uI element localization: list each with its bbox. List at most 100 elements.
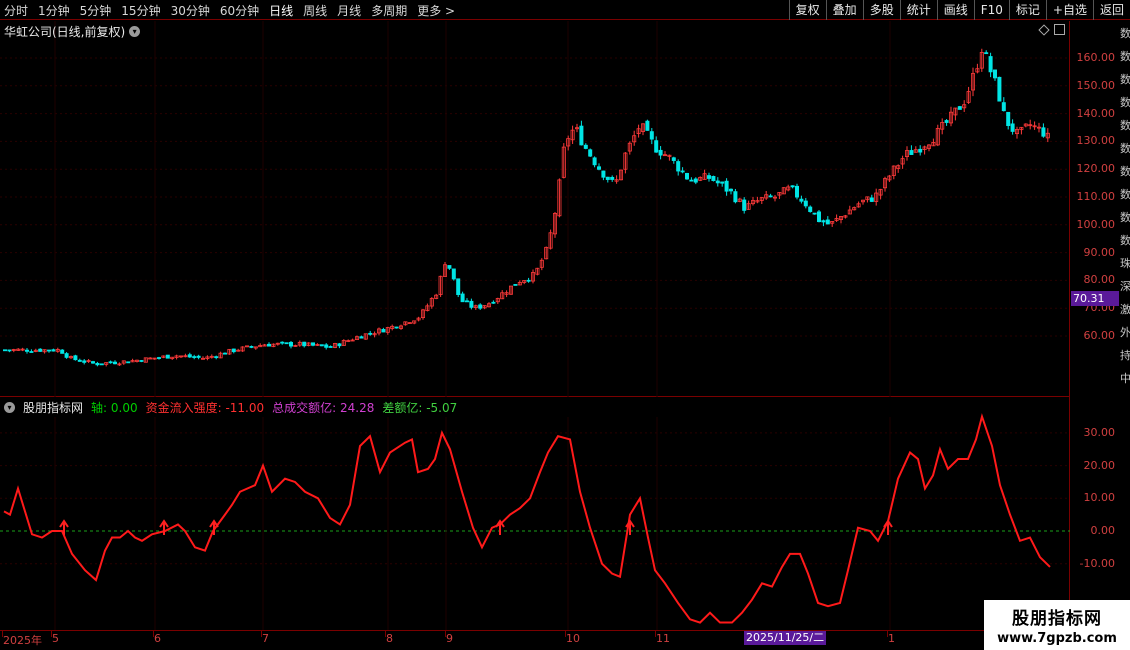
- candle-body: [64, 353, 69, 358]
- candle-body: [456, 278, 461, 295]
- period-tab-4[interactable]: 30分钟: [171, 2, 210, 19]
- period-tab-8[interactable]: 月线: [337, 2, 361, 19]
- toolbar-button-4[interactable]: 画线: [936, 0, 974, 20]
- candle-body: [231, 348, 236, 353]
- y-label: 0.00: [1090, 524, 1116, 537]
- candle-body: [310, 342, 315, 346]
- candle-body: [579, 125, 584, 146]
- candle-body: [799, 198, 804, 202]
- candle-body: [249, 346, 254, 348]
- candle-body: [7, 349, 12, 352]
- candle-body: [592, 157, 597, 166]
- candle-body: [280, 341, 285, 344]
- cursor-date-tag: 2025/11/25/二: [744, 631, 827, 645]
- main-y-axis: 160.00 150.00 140.00 130.00 120.00 110.00 100.…: [1071, 21, 1119, 397]
- chevron-down-icon[interactable]: ▾: [129, 25, 141, 37]
- candle-body: [82, 360, 87, 363]
- toolbar-button-3[interactable]: 统计: [899, 0, 937, 20]
- toolbar-button-2[interactable]: 多股: [862, 0, 900, 20]
- candle-body: [909, 150, 914, 155]
- toolbar-button-7[interactable]: +自选: [1045, 0, 1093, 20]
- candle-body: [469, 300, 474, 308]
- candle-body: [645, 120, 650, 131]
- toolbar-button-8[interactable]: 返回: [1092, 0, 1130, 20]
- candle-body: [790, 185, 795, 188]
- indicator-panel[interactable]: ▾ 股朋指标网 轴: 0.00 资金流入强度: -11.00 总成交额亿: 24…: [0, 397, 1070, 630]
- candle-body: [368, 332, 373, 335]
- candle-body: [808, 206, 813, 212]
- period-tab-9[interactable]: 多周期: [371, 2, 407, 19]
- window-toggle-icon[interactable]: [1054, 24, 1065, 35]
- y-label: 90.00: [1083, 245, 1116, 259]
- period-tab-2[interactable]: 5分钟: [80, 2, 112, 19]
- right-info-strip: 数数数数数数数数数数珠深激外持中: [1120, 21, 1130, 630]
- candle-body: [957, 106, 962, 110]
- candle-body: [77, 359, 82, 362]
- time-label: 10: [566, 632, 580, 645]
- period-tab-3[interactable]: 15分钟: [121, 2, 160, 19]
- candle-body: [139, 360, 144, 362]
- y-label: 30.00: [1083, 425, 1116, 439]
- candle-body: [73, 355, 78, 361]
- candle-body: [451, 268, 456, 280]
- candle-body: [671, 157, 676, 161]
- candle-body: [729, 188, 734, 192]
- strip-char: 数: [1120, 27, 1130, 40]
- candle-body: [526, 279, 531, 282]
- toolbar-button-5[interactable]: F10: [973, 0, 1009, 20]
- candle-body: [825, 219, 830, 225]
- chevron-down-icon[interactable]: ▾: [4, 401, 15, 413]
- candle-body: [1006, 111, 1011, 126]
- time-label: 11: [656, 632, 670, 645]
- time-label: 7: [262, 632, 269, 645]
- time-label: 2025年: [3, 634, 42, 647]
- flow-strength-line: [3, 413, 1051, 624]
- candle-body: [733, 191, 738, 203]
- strip-char: 数: [1120, 188, 1130, 201]
- candle-body: [324, 344, 329, 348]
- candle-body: [302, 341, 307, 347]
- candle-body: [812, 212, 817, 215]
- y-label: 130.00: [1076, 134, 1116, 148]
- candle-body: [95, 362, 100, 366]
- candle-body: [187, 354, 192, 358]
- watermark-url: www.7gpzb.com: [997, 631, 1117, 646]
- total-value: 总成交额亿: 24.28: [272, 400, 375, 415]
- candle-body: [658, 149, 663, 156]
- toolbar-button-0[interactable]: 复权: [788, 0, 826, 20]
- diamond-icon[interactable]: [1038, 24, 1050, 36]
- toolbar-button-1[interactable]: 叠加: [825, 0, 863, 20]
- candle-body: [108, 361, 113, 364]
- candle-body: [869, 197, 874, 202]
- y-label: 20.00: [1083, 458, 1116, 472]
- candle-body: [1001, 102, 1006, 112]
- period-tab-10[interactable]: 更多 >: [417, 2, 455, 19]
- candle-body: [597, 166, 602, 170]
- candle-body: [24, 349, 29, 352]
- candlestick-chart[interactable]: [0, 21, 1070, 397]
- stock-title: 华虹公司(日线,前复权): [4, 24, 126, 39]
- candle-body: [394, 326, 399, 329]
- toolbar-button-6[interactable]: 标记: [1008, 0, 1046, 20]
- y-label: 120.00: [1076, 162, 1116, 176]
- candle-body: [113, 361, 118, 365]
- candle-body: [610, 176, 615, 180]
- period-tab-5[interactable]: 60分钟: [220, 2, 259, 19]
- indicator-line-chart[interactable]: [0, 397, 1070, 630]
- candle-body: [817, 211, 822, 223]
- watermark-title: 股朋指标网: [1012, 609, 1102, 629]
- diff-value: 差额亿: -5.07: [382, 400, 458, 415]
- candle-body: [288, 341, 293, 347]
- candle-body: [711, 176, 716, 181]
- main-chart-panel[interactable]: 华虹公司(日线,前复权) ▾: [0, 21, 1070, 397]
- candle-body: [38, 348, 43, 352]
- candle-body: [460, 293, 465, 303]
- period-tab-0[interactable]: 分时: [4, 2, 28, 19]
- strip-char: 持: [1120, 349, 1130, 362]
- candle-body: [605, 176, 610, 180]
- period-tab-7[interactable]: 周线: [303, 2, 327, 19]
- period-tab-1[interactable]: 1分钟: [38, 2, 70, 19]
- candle-body: [680, 170, 685, 173]
- period-tab-6[interactable]: 日线: [269, 2, 293, 19]
- y-label: 60.00: [1083, 329, 1116, 342]
